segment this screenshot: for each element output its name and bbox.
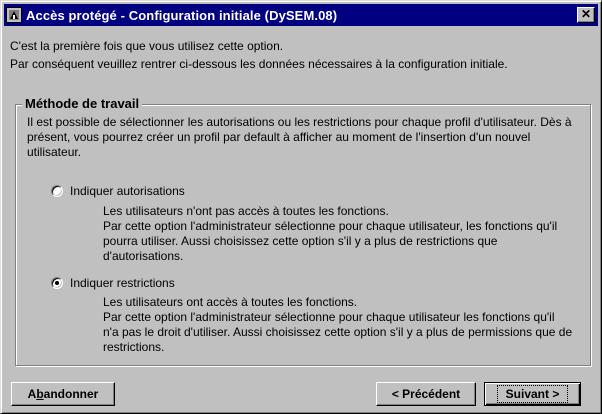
close-button[interactable]: ✕ xyxy=(577,7,595,23)
working-method-group: Méthode de travail Il est possible de sé… xyxy=(15,96,591,366)
cancel-button[interactable]: Ab andonner xyxy=(11,382,115,406)
next-label: Suivant > xyxy=(496,385,569,403)
authorizations-description-line-1: Les utilisateurs n'ont pas accès à toute… xyxy=(103,204,389,218)
group-title: Méthode de travail xyxy=(22,96,143,111)
previous-button[interactable]: < Précédent xyxy=(376,382,476,406)
dialog-window: Accès protégé - Configuration initiale (… xyxy=(0,0,602,414)
intro-text: C'est la première fois que vous utilisez… xyxy=(10,37,596,73)
cancel-label-suffix: andonner xyxy=(43,387,99,401)
close-icon: ✕ xyxy=(580,7,592,21)
cancel-label-mnemonic: b xyxy=(36,387,44,401)
cancel-label-prefix: A xyxy=(27,387,37,401)
intro-line-2: Par conséquent veuillez rentrer ci-desso… xyxy=(10,57,508,71)
title-bar[interactable]: Accès protégé - Configuration initiale (… xyxy=(4,4,598,26)
window-title: Accès protégé - Configuration initiale (… xyxy=(26,7,338,23)
radio-label-restrictions[interactable]: Indiquer restrictions xyxy=(70,276,175,290)
radio-label-authorizations[interactable]: Indiquer autorisations xyxy=(70,184,185,198)
next-button[interactable]: Suivant > xyxy=(484,382,581,406)
group-description: Il est possible de sélectionner les auto… xyxy=(27,115,572,159)
app-icon[interactable] xyxy=(6,7,22,23)
radio-button-authorizations[interactable] xyxy=(51,185,63,197)
radio-button-restrictions[interactable] xyxy=(51,277,63,289)
radio-option-restrictions[interactable]: Indiquer restrictions xyxy=(51,276,175,290)
radio-option-authorizations[interactable]: Indiquer autorisations xyxy=(51,184,185,198)
restrictions-description-line-1: Les utilisateurs ont accès à toutes les … xyxy=(103,295,358,309)
authorizations-description: Les utilisateurs n'ont pas accès à toute… xyxy=(103,204,573,264)
authorizations-description-rest: Par cette option l'administrateur sélect… xyxy=(103,219,558,263)
app-emblem-icon xyxy=(9,10,19,20)
intro-line-1: C'est la première fois que vous utilisez… xyxy=(10,39,284,53)
restrictions-description-rest: Par cette option l'administrateur sélect… xyxy=(103,310,573,354)
previous-label: < Précédent xyxy=(391,387,461,401)
restrictions-description: Les utilisateurs ont accès à toutes les … xyxy=(103,295,573,355)
